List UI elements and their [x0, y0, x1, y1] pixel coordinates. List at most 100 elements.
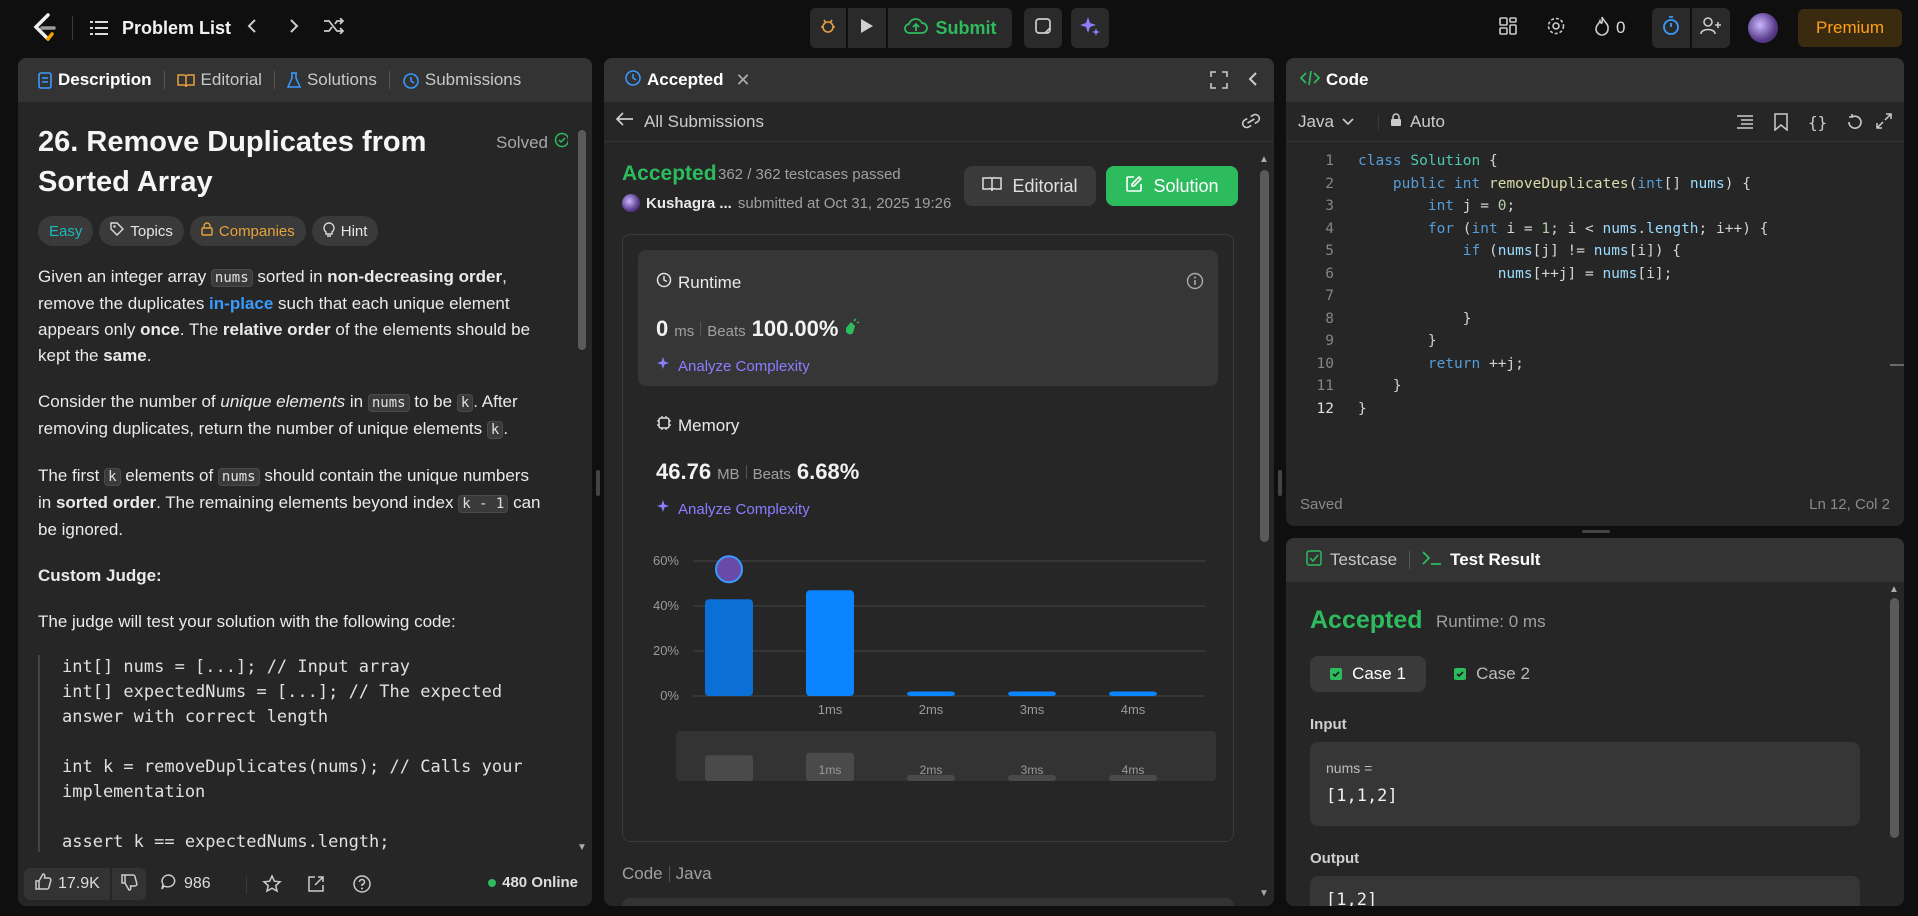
scroll-up-arrow-icon[interactable]: ▲ — [1259, 154, 1269, 165]
code-line[interactable]: 7 — [1286, 285, 1886, 308]
close-icon[interactable]: ✕ — [736, 70, 751, 91]
code-editor-body[interactable]: 1 class Solution {2 public int removeDupl… — [1286, 150, 1886, 480]
distribution-bar[interactable] — [1109, 691, 1157, 697]
tab-solutions[interactable]: Solutions — [281, 70, 383, 90]
divider — [273, 71, 275, 89]
star-icon — [262, 874, 282, 898]
cursor-position: Ln 12, Col 2 — [1809, 495, 1890, 513]
scroll-up-arrow-icon[interactable]: ▲ — [1889, 584, 1899, 595]
topics-tag[interactable]: Topics — [99, 216, 184, 246]
tab-accepted[interactable]: Accepted — [618, 69, 730, 91]
submit-button[interactable]: Submit — [888, 8, 1012, 48]
avatar[interactable] — [1748, 13, 1778, 43]
scroll-down-arrow-icon[interactable]: ▼ — [1259, 888, 1269, 899]
test-tabs: Testcase Test Result — [1286, 538, 1904, 582]
scrollbar[interactable] — [1260, 170, 1269, 542]
distribution-bar[interactable] — [1008, 691, 1056, 697]
code-line[interactable]: 10 return ++j; — [1286, 353, 1886, 376]
like-button[interactable]: 17.9K — [24, 868, 110, 900]
run-button[interactable] — [848, 8, 886, 48]
reset-icon[interactable] — [1846, 113, 1864, 136]
all-submissions-link[interactable]: All Submissions — [644, 112, 764, 132]
difficulty-badge[interactable]: Easy — [38, 216, 94, 246]
post-solution-button[interactable]: Solution — [1106, 166, 1238, 206]
streak-counter[interactable]: 0 — [1594, 16, 1625, 40]
tab-test-result[interactable]: Test Result — [1416, 550, 1546, 571]
code-line[interactable]: 6 nums[++j] = nums[i]; — [1286, 263, 1886, 286]
format-icon[interactable] — [1736, 114, 1754, 135]
layout-button[interactable] — [1496, 16, 1520, 40]
braces-icon[interactable]: {} — [1808, 113, 1827, 132]
share-button[interactable] — [306, 874, 326, 899]
code-section-header: Code Java — [622, 864, 712, 884]
problem-list-button[interactable]: Problem List — [88, 14, 231, 42]
collapse-icon[interactable] — [1248, 71, 1258, 92]
invite-button[interactable] — [1692, 8, 1730, 48]
distribution-bar[interactable] — [705, 599, 753, 696]
maximize-icon[interactable] — [1210, 71, 1228, 94]
debug-button[interactable] — [810, 8, 846, 48]
timer-button[interactable] — [1652, 8, 1690, 48]
hint-tag[interactable]: Hint — [311, 216, 379, 246]
distribution-bar[interactable] — [907, 691, 955, 697]
resize-handle[interactable] — [1278, 470, 1282, 496]
submitter-name[interactable]: Kushagra ... — [646, 195, 732, 212]
language-select[interactable]: Java — [1298, 112, 1354, 132]
resize-handle[interactable] — [1582, 530, 1610, 533]
code-line: int k = removeDuplicates(nums); // Calls… — [62, 757, 523, 777]
link-icon[interactable] — [1240, 113, 1262, 134]
analyze-complexity-button[interactable]: Analyze Complexity — [656, 499, 810, 520]
lock-icon — [1390, 112, 1402, 132]
code-line[interactable]: 1 class Solution { — [1286, 150, 1886, 173]
runtime-beats: 100.00% — [751, 316, 839, 341]
code-line[interactable]: 5 if (nums[j] != nums[i]) { — [1286, 240, 1886, 263]
runtime-card[interactable]: Runtime 0 ms Beats 100.00% Analyze Compl… — [638, 250, 1218, 386]
ai-assistant-button[interactable] — [1071, 8, 1109, 48]
distribution-bar[interactable] — [806, 590, 854, 696]
scrollbar[interactable] — [1890, 598, 1899, 838]
check-square-icon — [1454, 668, 1467, 680]
arrow-left-icon[interactable] — [615, 112, 634, 131]
code-line[interactable]: 12} — [1286, 398, 1886, 421]
analyze-complexity-button[interactable]: Analyze Complexity — [656, 356, 810, 377]
editorial-button[interactable]: Editorial — [964, 166, 1096, 206]
code-line[interactable]: 2 public int removeDuplicates(int[] nums… — [1286, 173, 1886, 196]
next-problem-button[interactable] — [284, 14, 304, 42]
case-1-tab[interactable]: Case 1 — [1310, 656, 1426, 692]
code-line[interactable]: 11 } — [1286, 375, 1886, 398]
leetcode-logo-icon[interactable] — [28, 12, 62, 44]
tab-testcase[interactable]: Testcase — [1300, 549, 1403, 571]
bookmark-icon[interactable] — [1774, 113, 1788, 136]
code-line[interactable]: 9 } — [1286, 330, 1886, 353]
code-line[interactable]: 4 for (int i = 1; i < nums.length; i++) … — [1286, 218, 1886, 241]
dislike-button[interactable] — [112, 868, 146, 900]
code-line[interactable]: 3 int j = 0; — [1286, 195, 1886, 218]
code-line[interactable]: 8 } — [1286, 308, 1886, 331]
submission-panel: Accepted ✕ All Submissions Accepted 362 … — [604, 58, 1274, 906]
expand-icon[interactable] — [1876, 113, 1892, 134]
info-icon[interactable] — [1186, 272, 1204, 295]
notes-button[interactable] — [1024, 8, 1062, 48]
resize-handle[interactable] — [596, 470, 600, 496]
comments-button[interactable]: 986 — [160, 868, 211, 900]
premium-button[interactable]: Premium — [1798, 9, 1902, 47]
auto-mode-toggle[interactable]: Auto — [1390, 112, 1445, 132]
text: can — [508, 493, 541, 512]
thumbs-down-icon — [120, 873, 138, 896]
prev-problem-button[interactable] — [242, 14, 262, 42]
random-problem-button[interactable] — [322, 14, 346, 42]
help-button[interactable] — [352, 874, 372, 899]
tab-submissions[interactable]: Submissions — [396, 70, 527, 90]
tab-editorial[interactable]: Editorial — [171, 70, 268, 90]
tab-description[interactable]: Description — [32, 70, 158, 90]
companies-tag[interactable]: Companies — [189, 216, 306, 246]
scrollbar[interactable] — [578, 130, 586, 350]
settings-button[interactable] — [1544, 16, 1568, 40]
in-place-link[interactable]: in-place — [209, 294, 273, 313]
inline-code: nums — [217, 468, 260, 486]
scroll-down-arrow-icon[interactable]: ▼ — [577, 842, 587, 853]
comment-icon — [160, 873, 178, 896]
favorite-button[interactable] — [262, 874, 282, 899]
memory-card[interactable]: Memory 46.76 MB Beats 6.68% Analyze Comp… — [638, 393, 1218, 529]
case-2-tab[interactable]: Case 2 — [1434, 656, 1550, 692]
